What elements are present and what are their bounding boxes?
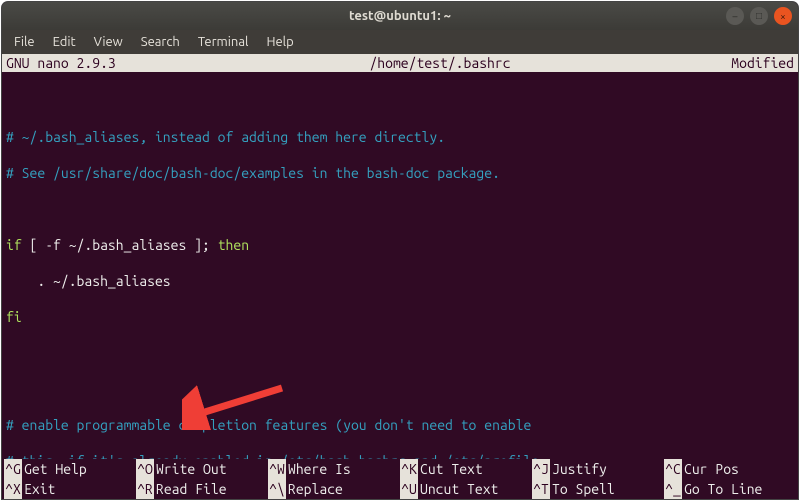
shortcut-replace[interactable]: ^\ Replace (268, 479, 400, 499)
window-controls: – □ × (726, 7, 792, 25)
nano-status: Modified (694, 54, 794, 72)
titlebar: test@ubuntu1: ~ – □ × (2, 2, 798, 30)
nano-header: GNU nano 2.9.3 /home/test/.bashrc Modifi… (2, 54, 798, 72)
code-line (6, 344, 794, 362)
shortcut-go-to-line[interactable]: ^_ Go To Line (664, 479, 796, 499)
minimize-button[interactable]: – (726, 7, 744, 25)
code-line (6, 200, 794, 218)
code-line (6, 92, 794, 110)
shortcut-get-help[interactable]: ^G Get Help (4, 459, 136, 479)
code-line: fi (6, 308, 794, 326)
editor-area[interactable]: # ~/.bash_aliases, instead of adding the… (2, 72, 798, 459)
menu-edit[interactable]: Edit (45, 33, 84, 51)
shortcut-cur-pos[interactable]: ^C Cur Pos (664, 459, 796, 479)
nano-version: GNU nano 2.9.3 (6, 54, 186, 72)
shortcut-read-file[interactable]: ^R Read File (136, 479, 268, 499)
menu-help[interactable]: Help (258, 33, 301, 51)
close-button[interactable]: × (774, 7, 792, 25)
maximize-button[interactable]: □ (750, 7, 768, 25)
code-line: . ~/.bash_aliases (6, 272, 794, 290)
shortcut-cut-text[interactable]: ^K Cut Text (400, 459, 532, 479)
code-line: # See /usr/share/doc/bash-doc/examples i… (6, 164, 794, 182)
code-line (6, 380, 794, 398)
shortcut-justify[interactable]: ^J Justify (532, 459, 664, 479)
shortcut-write-out[interactable]: ^O Write Out (136, 459, 268, 479)
code-line: # this, if it's already enabled in /etc/… (6, 452, 794, 459)
terminal-window: test@ubuntu1: ~ – □ × File Edit View Sea… (2, 2, 798, 499)
code-line: if [ -f ~/.bash_aliases ]; then (6, 236, 794, 254)
code-line: # enable programmable completion feature… (6, 416, 794, 434)
nano-shortcuts: ^G Get Help ^O Write Out ^W Where Is ^K … (2, 459, 798, 499)
menu-terminal[interactable]: Terminal (190, 33, 257, 51)
nano-filepath: /home/test/.bashrc (186, 54, 694, 72)
menubar: File Edit View Search Terminal Help (2, 30, 798, 54)
menu-view[interactable]: View (86, 33, 131, 51)
menu-file[interactable]: File (6, 33, 43, 51)
shortcut-uncut-text[interactable]: ^U Uncut Text (400, 479, 532, 499)
shortcut-to-spell[interactable]: ^T To Spell (532, 479, 664, 499)
menu-search[interactable]: Search (133, 33, 188, 51)
shortcut-exit[interactable]: ^X Exit (4, 479, 136, 499)
code-line: # ~/.bash_aliases, instead of adding the… (6, 128, 794, 146)
window-title: test@ubuntu1: ~ (349, 9, 451, 23)
shortcut-where-is[interactable]: ^W Where Is (268, 459, 400, 479)
